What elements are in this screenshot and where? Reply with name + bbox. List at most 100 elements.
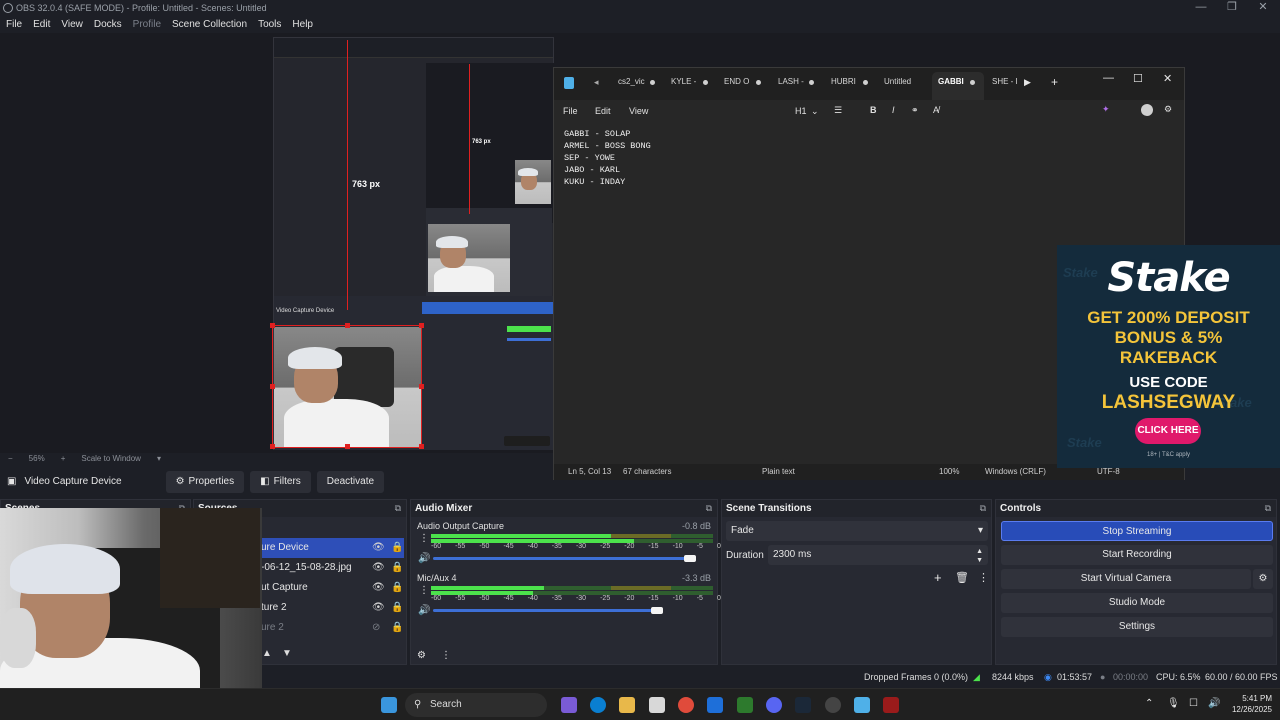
speaker-icon[interactable]: 🔊	[418, 605, 430, 616]
eye-icon[interactable]: 👁	[372, 538, 385, 558]
tab-kyle[interactable]: KYLE -	[671, 77, 696, 86]
eye-icon[interactable]: 👁	[372, 578, 385, 598]
obs-taskbar-icon[interactable]	[825, 697, 841, 713]
dock-popout-icon[interactable]: ⧉	[395, 500, 401, 517]
tray-chevron-icon[interactable]: ⌃	[1145, 698, 1153, 709]
account-avatar[interactable]	[1141, 104, 1153, 116]
deactivate-button[interactable]: Deactivate	[316, 470, 385, 493]
studio-mode-button[interactable]: Studio Mode	[1001, 593, 1273, 613]
menu-docks[interactable]: Docks	[94, 16, 122, 33]
volume-icon[interactable]: 🔊	[1208, 698, 1220, 709]
virtual-camera-settings-icon[interactable]: ⚙	[1253, 569, 1273, 589]
network-icon[interactable]: ☐	[1189, 698, 1198, 709]
lock-icon[interactable]: 🔒	[391, 618, 403, 638]
channel-menu-icon[interactable]: ⋮	[419, 585, 429, 596]
tab-lash[interactable]: LASH -	[778, 77, 804, 86]
settings-button[interactable]: Settings	[1001, 617, 1273, 637]
menu-view[interactable]: View	[61, 16, 83, 33]
source-selection-box[interactable]	[272, 325, 422, 448]
duration-input[interactable]: 2300 ms ▲ ▼	[768, 545, 988, 565]
mail-icon[interactable]	[707, 697, 723, 713]
nvidia-icon[interactable]	[737, 697, 753, 713]
microphone-icon[interactable]: 🎙	[1167, 698, 1180, 709]
menu-edit[interactable]: Edit	[33, 16, 50, 33]
store-icon[interactable]	[649, 697, 665, 713]
steam-icon[interactable]	[795, 697, 811, 713]
tab-hubri[interactable]: HUBRI	[831, 77, 856, 86]
lock-icon[interactable]: 🔒	[391, 598, 403, 618]
start-virtual-camera-button[interactable]: Start Virtual Camera	[1001, 569, 1251, 589]
start-recording-button[interactable]: Start Recording	[1001, 545, 1273, 565]
tab-end[interactable]: END O	[724, 77, 749, 86]
stop-streaming-button[interactable]: Stop Streaming	[1001, 521, 1273, 541]
copilot-taskbar-icon[interactable]	[561, 697, 577, 713]
zoom-mode[interactable]: Scale to Window	[81, 453, 141, 465]
speaker-icon[interactable]: 🔊	[418, 553, 430, 564]
add-icon[interactable]: +	[934, 570, 942, 585]
discord-icon[interactable]	[766, 697, 782, 713]
ad-click-button[interactable]: CLICK HERE	[1135, 418, 1201, 444]
link-icon[interactable]: ⚭	[911, 105, 919, 116]
taskbar-search-box[interactable]: ⚲ Search	[405, 693, 547, 717]
close-icon[interactable]: ✕	[1163, 72, 1172, 85]
lock-icon[interactable]: 🔒	[391, 538, 403, 558]
resize-handle-bl[interactable]	[270, 444, 275, 449]
tab-gabbi[interactable]: GABBI	[938, 77, 964, 86]
tab-she[interactable]: SHE - I	[992, 77, 1018, 86]
mixer-menu-icon[interactable]: ⋮	[441, 650, 451, 661]
zoom-in-button[interactable]: +	[61, 453, 66, 465]
clear-format-icon[interactable]: A̸	[933, 105, 939, 115]
lock-icon[interactable]: 🔒	[391, 558, 403, 578]
notepad-menu-file[interactable]: File	[563, 106, 578, 116]
menu-file[interactable]: File	[6, 16, 22, 33]
notepad-taskbar-icon[interactable]	[854, 697, 870, 713]
lock-icon[interactable]: 🔒	[391, 578, 403, 598]
menu-help[interactable]: Help	[292, 16, 313, 33]
eye-hidden-icon[interactable]: ⊘	[372, 618, 380, 638]
volume-slider[interactable]	[433, 609, 657, 612]
notepad-menu-view[interactable]: View	[629, 106, 648, 116]
maximize-button[interactable]: ❐	[1216, 0, 1248, 16]
volume-knob[interactable]	[684, 555, 696, 562]
italic-icon[interactable]: I	[892, 105, 895, 115]
dock-popout-icon[interactable]: ⧉	[706, 500, 712, 517]
move-up-icon[interactable]: ▲	[262, 648, 272, 659]
tab-cs2[interactable]: cs2_vic	[618, 77, 645, 86]
dock-popout-icon[interactable]: ⧉	[1265, 500, 1271, 517]
settings-gear-icon[interactable]: ⚙	[1164, 104, 1172, 115]
dock-popout-icon[interactable]: ⧉	[980, 500, 986, 517]
tab-scroll-left-icon[interactable]: ◂	[594, 77, 599, 88]
trash-icon[interactable]: 🗑	[955, 571, 969, 584]
resize-handle-l[interactable]	[270, 384, 275, 389]
filters-button[interactable]: ◧ Filters	[250, 470, 311, 493]
maximize-icon[interactable]: ☐	[1133, 72, 1143, 85]
volume-knob[interactable]	[651, 607, 663, 614]
eye-icon[interactable]: 👁	[372, 598, 385, 618]
copilot-icon[interactable]: ✦	[1102, 104, 1110, 115]
resize-handle-t[interactable]	[345, 323, 350, 328]
resize-handle-r[interactable]	[419, 384, 424, 389]
advanced-audio-icon[interactable]: ⚙	[417, 650, 426, 661]
notepad-menu-edit[interactable]: Edit	[595, 106, 611, 116]
transition-select[interactable]: Fade ▾	[726, 521, 988, 541]
resize-handle-tl[interactable]	[270, 323, 275, 328]
chrome-icon[interactable]	[678, 697, 694, 713]
edge-icon[interactable]	[590, 697, 606, 713]
zoom-dropdown-icon[interactable]: ▾	[157, 453, 161, 465]
windows-start-icon[interactable]	[381, 697, 397, 713]
minimize-icon[interactable]: —	[1103, 72, 1114, 84]
resize-handle-br[interactable]	[419, 444, 424, 449]
channel-menu-icon[interactable]: ⋮	[419, 533, 429, 544]
menu-profile[interactable]: Profile	[133, 16, 161, 33]
minimize-button[interactable]: —	[1185, 0, 1217, 16]
bold-icon[interactable]: B	[870, 105, 877, 115]
move-down-icon[interactable]: ▼	[282, 648, 292, 659]
clock[interactable]: 5:41 PM 12/26/2025	[1222, 693, 1272, 715]
game-taskbar-icon[interactable]	[883, 697, 899, 713]
chevron-down-icon[interactable]: ⌄	[811, 106, 819, 117]
list-icon[interactable]: ☰	[834, 105, 842, 116]
volume-slider[interactable]	[433, 557, 690, 560]
resize-handle-tr[interactable]	[419, 323, 424, 328]
menu-tools[interactable]: Tools	[258, 16, 281, 33]
menu-scene-collection[interactable]: Scene Collection	[172, 16, 247, 33]
